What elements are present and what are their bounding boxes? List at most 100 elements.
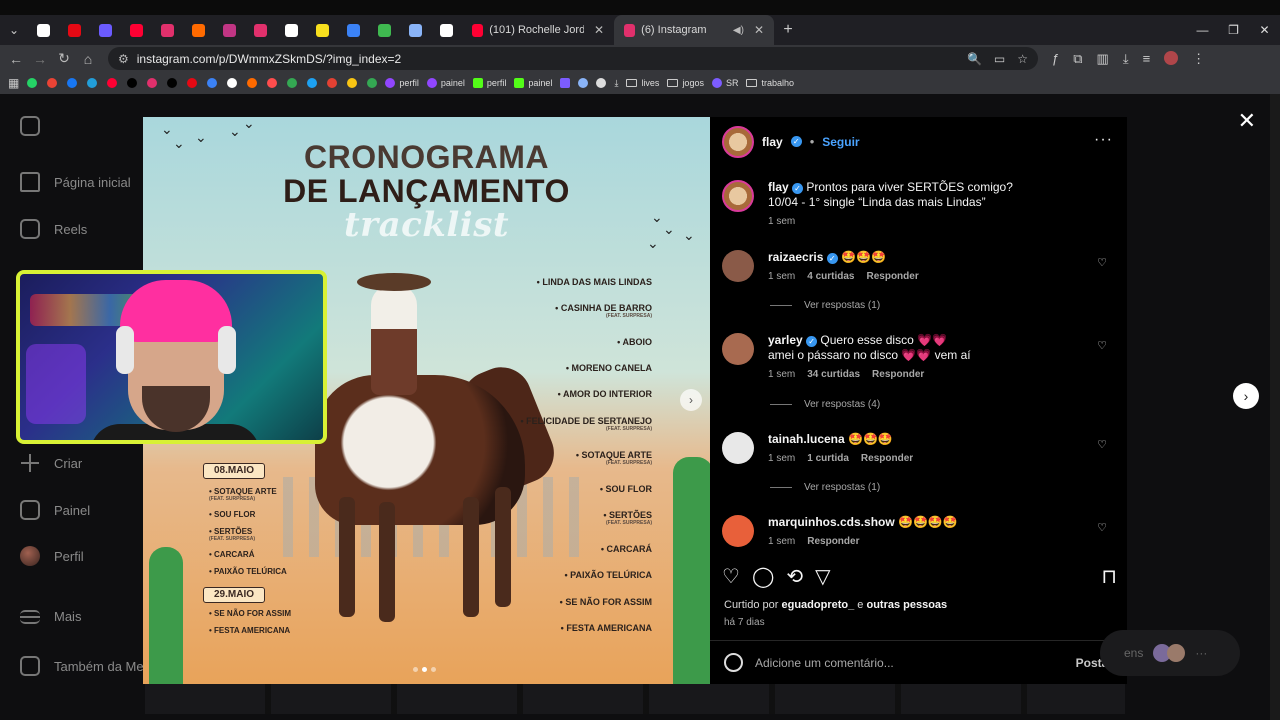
- more-options-icon[interactable]: ···: [1094, 131, 1113, 149]
- new-tab-button[interactable]: +: [774, 15, 802, 45]
- bookmark-favicon-icon[interactable]: [247, 78, 258, 88]
- extension-icon[interactable]: [560, 78, 571, 88]
- sidebar-item-create[interactable]: Criar: [20, 453, 82, 473]
- sidebar-item-more[interactable]: Mais: [20, 609, 81, 624]
- bookmark-favicon-icon[interactable]: [267, 78, 278, 88]
- liked-by-user[interactable]: eguadopreto_: [781, 599, 854, 611]
- site-info-icon[interactable]: ⚙: [118, 52, 129, 66]
- menu-icon[interactable]: ⋮: [1192, 51, 1205, 67]
- media-icon[interactable]: ≡: [1143, 51, 1151, 67]
- comment-like-icon[interactable]: ♡: [1097, 339, 1107, 352]
- sidebar-item-profile[interactable]: Perfil: [20, 546, 84, 566]
- close-tab-icon[interactable]: ✕: [754, 23, 764, 37]
- post-author[interactable]: flay: [762, 135, 783, 149]
- bookmark-favicon-icon[interactable]: [207, 78, 218, 88]
- bookmark-favicon-icon[interactable]: [67, 78, 78, 88]
- profile-avatar[interactable]: [1164, 50, 1179, 65]
- tab-youtube[interactable]: (101) Rochelle Jordan - Doing It ✕: [462, 15, 614, 45]
- comment-author[interactable]: tainah.lucena: [768, 432, 845, 446]
- scrollbar[interactable]: [1270, 94, 1280, 720]
- bookmark-favicon-icon[interactable]: [347, 78, 358, 88]
- apps-icon[interactable]: ▦: [8, 76, 19, 90]
- bookmark-favicon-icon[interactable]: [107, 78, 118, 88]
- sidebar-item-home[interactable]: Página inicial: [20, 172, 131, 192]
- comment-icon[interactable]: ◯: [752, 564, 774, 589]
- close-icon[interactable]: ✕: [1238, 108, 1256, 134]
- pinned-tab[interactable]: [307, 15, 338, 45]
- restore-icon[interactable]: ❐: [1218, 15, 1249, 45]
- save-icon[interactable]: ⊓: [1101, 564, 1117, 589]
- bookmark-folder-trabalho[interactable]: trabalho: [746, 78, 794, 88]
- reply-button[interactable]: Responder: [872, 369, 924, 380]
- bookmark-favicon-icon[interactable]: [307, 78, 318, 88]
- speaker-icon[interactable]: ◀): [733, 25, 744, 36]
- bookmark-favicon-icon[interactable]: [327, 78, 338, 88]
- like-icon[interactable]: ♡: [722, 564, 740, 589]
- bookmark-folder-jogos[interactable]: jogos: [667, 78, 704, 88]
- bookmark-favicon-icon[interactable]: [87, 78, 98, 88]
- avatar[interactable]: [722, 180, 754, 212]
- comment-like-icon[interactable]: ♡: [1097, 438, 1107, 451]
- pinned-tab[interactable]: [369, 15, 400, 45]
- reply-button[interactable]: Responder: [861, 453, 913, 464]
- pinned-tab[interactable]: [214, 15, 245, 45]
- carousel-next-icon[interactable]: ›: [680, 389, 702, 411]
- bookmark-painel-twitch[interactable]: painel: [426, 78, 465, 88]
- comment-likes[interactable]: 34 curtidas: [807, 369, 860, 380]
- next-post-icon[interactable]: ›: [1233, 383, 1259, 409]
- comment-author[interactable]: marquinhos.cds.show: [768, 515, 895, 529]
- view-replies-button[interactable]: Ver respostas (1): [770, 482, 880, 493]
- close-window-icon[interactable]: ✕: [1249, 15, 1280, 45]
- pinned-tab[interactable]: [338, 15, 369, 45]
- pinned-tab[interactable]: [183, 15, 214, 45]
- pinned-tab[interactable]: [400, 15, 431, 45]
- bookmark-favicon-icon[interactable]: [287, 78, 298, 88]
- pinned-tab[interactable]: [90, 15, 121, 45]
- avatar[interactable]: [722, 333, 754, 365]
- back-icon[interactable]: ←: [4, 51, 28, 67]
- bookmark-favicon-icon[interactable]: [367, 78, 378, 88]
- sidebar-item-reels[interactable]: Reels: [20, 219, 87, 239]
- avatar[interactable]: [722, 250, 754, 282]
- messages-pill[interactable]: ens ···: [1100, 630, 1240, 676]
- bookmark-perfil-twitch[interactable]: perfil: [385, 78, 419, 88]
- bookmark-favicon-icon[interactable]: [127, 78, 138, 88]
- share-icon[interactable]: ▽: [815, 564, 830, 589]
- instagram-logo-icon[interactable]: [20, 116, 40, 136]
- bookmark-favicon-icon[interactable]: [47, 78, 58, 88]
- follow-button[interactable]: Seguir: [822, 135, 859, 149]
- bookmark-star-icon[interactable]: ☆: [1017, 52, 1028, 66]
- pinned-tab[interactable]: [152, 15, 183, 45]
- bookmark-favicon-icon[interactable]: [227, 78, 238, 88]
- tab-search-icon[interactable]: ⌄: [0, 15, 28, 45]
- avatar[interactable]: [722, 125, 754, 158]
- comment-input[interactable]: Adicione um comentário...: [755, 656, 894, 670]
- comment-author[interactable]: yarley: [768, 333, 803, 347]
- comment-author[interactable]: raizaecris: [768, 250, 823, 264]
- caption-author[interactable]: flay: [768, 180, 789, 194]
- pinned-tab[interactable]: [121, 15, 152, 45]
- comment-likes[interactable]: 1 curtida: [807, 453, 849, 464]
- pinned-tab[interactable]: [59, 15, 90, 45]
- pinned-tab[interactable]: [276, 15, 307, 45]
- view-replies-button[interactable]: Ver respostas (1): [770, 300, 880, 311]
- sidebar-item-also-from-meta[interactable]: Também da Me: [20, 656, 144, 676]
- pinned-tab[interactable]: [28, 15, 59, 45]
- bookmark-perfil-kick[interactable]: perfil: [472, 78, 506, 88]
- repost-icon[interactable]: ⟲: [786, 564, 803, 589]
- url-bar[interactable]: ⚙ instagram.com/p/DWmmxZSkmDS/?img_index…: [108, 47, 1038, 70]
- extension-icon[interactable]: [596, 78, 607, 88]
- comment-like-icon[interactable]: ♡: [1097, 256, 1107, 269]
- reply-button[interactable]: Responder: [866, 271, 918, 282]
- bookmark-favicon-icon[interactable]: [147, 78, 158, 88]
- extension-f-icon[interactable]: ƒ: [1052, 51, 1059, 67]
- pinned-tab[interactable]: [431, 15, 462, 45]
- extension-icon[interactable]: ⤓: [614, 78, 618, 89]
- download-icon[interactable]: ⤓: [1123, 51, 1129, 67]
- extensions-icon[interactable]: ⧉: [1073, 51, 1082, 67]
- avatar[interactable]: [722, 432, 754, 464]
- zoom-icon[interactable]: 🔍: [967, 52, 982, 66]
- bookmark-favicon-icon[interactable]: [187, 78, 198, 88]
- home-icon[interactable]: ⌂: [76, 51, 100, 67]
- bookmark-sr[interactable]: SR: [711, 78, 738, 88]
